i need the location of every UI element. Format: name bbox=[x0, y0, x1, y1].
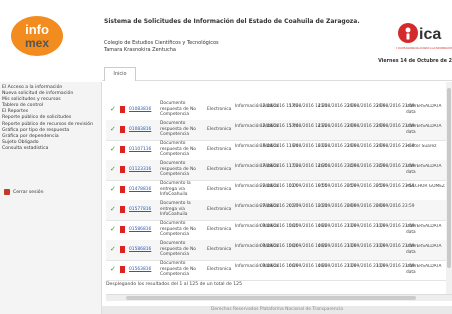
svg-text:ica: ica bbox=[419, 26, 441, 43]
check-icon: ✓ bbox=[110, 245, 116, 253]
check-icon: ✓ bbox=[110, 185, 116, 193]
response-description: Documento respuesta de No Competencia bbox=[160, 141, 196, 158]
horizontal-scroll-thumb[interactable] bbox=[126, 296, 416, 300]
institution-info: Colegio de Estudios Científicos y Tecnol… bbox=[104, 40, 219, 53]
table-row: ✓ 01563816 Documento respuesta de No Compe… bbox=[106, 260, 452, 281]
pdf-icon[interactable] bbox=[120, 186, 125, 193]
delivery-method: Electronica bbox=[207, 267, 232, 272]
pdf-icon[interactable] bbox=[120, 106, 125, 113]
response-description: Documento respuesta de No Competencia bbox=[160, 101, 196, 118]
svg-text:INSTITUTO COAHUILENSE DE ACCES: INSTITUTO COAHUILENSE DE ACCESO A LA INF… bbox=[396, 47, 452, 50]
folio-link[interactable]: 01083816 bbox=[129, 107, 151, 112]
table-row: ✓ 01586816 Documento respuesta de No Compe… bbox=[106, 240, 452, 261]
response-description: Documento respuesta de No Competencia bbox=[160, 161, 196, 178]
pdf-icon[interactable] bbox=[120, 126, 125, 133]
delivery-method: Electronica bbox=[207, 247, 232, 252]
table-row: ✓ 01107116 Documento respuesta de No Compe… bbox=[106, 140, 452, 161]
table-row: ✓ 01083816 Documento respuesta de No Compe… bbox=[106, 120, 452, 141]
table-row: ✓ 01083816 Documento respuesta de No Compe… bbox=[106, 100, 452, 121]
footer-strip: Derechos Reservados Plataforma Nacional … bbox=[102, 306, 452, 314]
check-icon: ✓ bbox=[110, 165, 116, 173]
svg-text:mex: mex bbox=[25, 36, 49, 50]
delivery-method: Electronica bbox=[207, 167, 232, 172]
system-title: Sistema de Solicitudes de Información de… bbox=[104, 18, 360, 25]
institution-name: Colegio de Estudios Científicos y Tecnol… bbox=[104, 40, 219, 46]
vertical-scroll-thumb[interactable] bbox=[447, 88, 451, 268]
sidebar-menu: El Acceso a la información Nueva solicitu… bbox=[2, 85, 93, 152]
table-row: ✓ 01577816 Documento la entrega vía InfoCo… bbox=[106, 200, 452, 221]
folio-link[interactable]: 01123316 bbox=[129, 167, 151, 172]
sidebar-item[interactable]: Consulta estadística bbox=[2, 146, 93, 152]
vertical-scrollbar[interactable] bbox=[446, 82, 452, 294]
pdf-icon[interactable] bbox=[120, 246, 125, 253]
pdf-icon[interactable] bbox=[120, 166, 125, 173]
pdf-icon[interactable] bbox=[120, 226, 125, 233]
header: info mex Sistema de Solicitudes de Infor… bbox=[0, 0, 452, 58]
folio-link[interactable]: 01586816 bbox=[129, 247, 151, 252]
table-row: ✓ 01478816 Documento la entrega vía InfoCo… bbox=[106, 180, 452, 201]
response-description: Documento respuesta de No Competencia bbox=[160, 241, 196, 258]
pdf-icon[interactable] bbox=[120, 206, 125, 213]
check-icon: ✓ bbox=[110, 105, 116, 113]
sidebar-item[interactable]: Reporte público de recursos de revisión bbox=[2, 122, 93, 128]
ica-logo: ica INSTITUTO COAHUILENSE DE ACCESO A LA… bbox=[396, 23, 452, 50]
results-summary: Desplegando los resultados del 1 al 125 … bbox=[106, 282, 242, 287]
delivery-method: Electronica bbox=[207, 147, 232, 152]
pdf-icon[interactable] bbox=[120, 266, 125, 273]
tab-bar: Inicio bbox=[102, 64, 452, 81]
sidebar: El Acceso a la información Nueva solicitu… bbox=[0, 82, 102, 314]
delivery-method: Electronica bbox=[207, 107, 232, 112]
check-icon: ✓ bbox=[110, 125, 116, 133]
svg-text:info: info bbox=[25, 22, 49, 37]
delivery-method: Electronica bbox=[207, 127, 232, 132]
table-row: ✓ 01586816 Documento respuesta de No Compe… bbox=[106, 220, 452, 241]
response-description: Documento la entrega vía InfoCoahuila bbox=[160, 201, 191, 218]
check-icon: ✓ bbox=[110, 145, 116, 153]
check-icon: ✓ bbox=[110, 265, 116, 273]
logout-button[interactable]: Cerrar sesión bbox=[4, 189, 44, 195]
response-description: Documento respuesta de No Competencia bbox=[160, 121, 196, 138]
user-name: Tamara Krasnokira Zentucha bbox=[104, 46, 176, 53]
infomex-logo: info mex bbox=[11, 16, 63, 56]
check-icon: ✓ bbox=[110, 225, 116, 233]
folio-link[interactable]: 01563816 bbox=[129, 267, 151, 272]
folio-link[interactable]: 01478816 bbox=[129, 187, 151, 192]
check-icon: ✓ bbox=[110, 205, 116, 213]
logout-icon bbox=[4, 189, 10, 195]
folio-link[interactable]: 01577816 bbox=[129, 207, 151, 212]
date-cell: 09/09/2016 23:59 bbox=[376, 204, 415, 209]
response-description: Documento respuesta de No Competencia bbox=[160, 261, 196, 278]
folio-link[interactable]: 01586816 bbox=[129, 227, 151, 232]
delivery-method: Electronica bbox=[207, 187, 232, 192]
folio-link[interactable]: 01107116 bbox=[129, 147, 151, 152]
logout-label: Cerrar sesión bbox=[13, 189, 44, 195]
horizontal-scrollbar[interactable] bbox=[106, 294, 452, 301]
delivery-method: Electronica bbox=[207, 227, 232, 232]
pdf-icon[interactable] bbox=[120, 146, 125, 153]
table-row: ✓ 01123316 Documento respuesta de No Compe… bbox=[106, 160, 452, 181]
folio-link[interactable]: 01083816 bbox=[129, 127, 151, 132]
response-description: Documento la entrega vía InfoCoahuila bbox=[160, 181, 191, 198]
tab-inicio[interactable]: Inicio bbox=[104, 67, 136, 81]
response-description: Documento respuesta de No Competencia bbox=[160, 221, 196, 238]
delivery-method: Electronica bbox=[207, 207, 232, 212]
